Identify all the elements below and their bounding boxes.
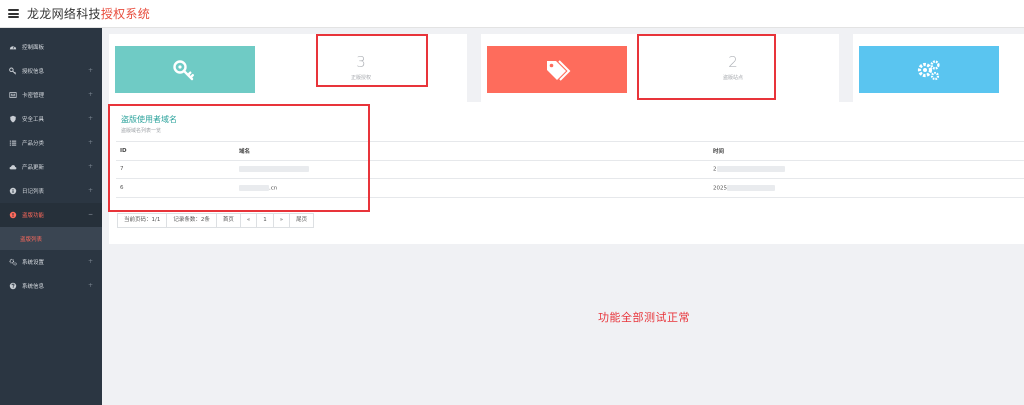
menu-icon[interactable] xyxy=(8,9,19,18)
stat-card-color-block xyxy=(859,46,999,93)
gears-icon xyxy=(917,59,940,80)
time-prefix: 2025 xyxy=(713,185,727,191)
sidebar-item-label: 产品分类 xyxy=(22,141,45,147)
brand-title: 龙龙网络科技授权系统 xyxy=(27,5,150,22)
expand-icon: + xyxy=(87,282,93,289)
expand-icon: + xyxy=(87,115,93,122)
gears-icon xyxy=(9,258,17,266)
pager-page-1[interactable]: 1 xyxy=(256,213,274,228)
brand-accent: 授权系统 xyxy=(100,7,151,21)
expand-icon: + xyxy=(87,67,93,74)
redacted-block xyxy=(716,166,785,172)
sidebar-item-label: 盗版功能 xyxy=(22,213,45,219)
dashboard-icon xyxy=(9,46,17,50)
sidebar-item-label: 产品更新 xyxy=(22,165,45,171)
expand-icon: + xyxy=(87,139,93,146)
sidebar-item-cards[interactable]: 卡密管理 + xyxy=(0,83,102,107)
sidebar-item-label: 授权信息 xyxy=(22,69,45,75)
pager-prev-button[interactable]: « xyxy=(239,213,258,228)
cloud-icon xyxy=(9,165,17,170)
pager-record-count: 记录条数：2条 xyxy=(166,213,217,228)
sidebar-item-label: 系统设置 xyxy=(22,260,45,266)
sidebar-item-label: 系统信息 xyxy=(22,284,45,290)
sidebar-item-label: 控制面板 xyxy=(22,45,45,51)
sidebar: 控制面板 授权信息 + 卡密管理 + 安全工具 + 产品分类 + 产品更新 + … xyxy=(0,28,102,405)
shield-icon xyxy=(10,115,16,123)
top-header: 龙龙网络科技授权系统 xyxy=(0,0,1024,28)
sidebar-item-settings[interactable]: 系统设置 + xyxy=(0,250,102,274)
cell-time: 2 xyxy=(713,166,785,173)
sidebar-item-security[interactable]: 安全工具 + xyxy=(0,107,102,131)
key-icon xyxy=(9,67,17,75)
stat-card-color-block xyxy=(115,46,255,93)
pager-next-button[interactable]: » xyxy=(272,213,291,228)
info-icon xyxy=(9,187,17,195)
redacted-block xyxy=(727,184,775,191)
cell-time: 2025 xyxy=(713,184,775,191)
main-content: 3 正版授权 2 盗版站点 盗版使用者域名 盗版域名列表一览 ID 域名 时间 … xyxy=(102,28,1024,405)
sidebar-item-logs[interactable]: 日记列表 + xyxy=(0,179,102,203)
sidebar-subitem-piracy-list[interactable]: 盗版列表 xyxy=(0,227,102,250)
annotation-note: 功能全部测试正常 xyxy=(598,311,690,324)
pager-first-button[interactable]: 首页 xyxy=(215,213,241,228)
warning-icon xyxy=(9,211,17,219)
column-header-time: 时间 xyxy=(713,148,725,155)
expand-icon: + xyxy=(87,163,93,170)
help-icon xyxy=(9,282,17,290)
sidebar-item-categories[interactable]: 产品分类 + xyxy=(0,131,102,155)
annotation-box-licensed xyxy=(316,34,428,87)
expand-icon: + xyxy=(87,187,93,194)
sidebar-item-label: 卡密管理 xyxy=(22,93,45,99)
sidebar-item-label: 安全工具 xyxy=(22,117,45,123)
expand-icon: + xyxy=(87,91,93,98)
list-icon xyxy=(9,140,17,146)
pager-current-page: 当前页码：1/1 xyxy=(117,213,168,228)
sidebar-item-license[interactable]: 授权信息 + xyxy=(0,59,102,83)
tags-icon xyxy=(547,59,571,81)
sidebar-item-label: 日记列表 xyxy=(22,189,45,195)
time-prefix: 2 xyxy=(713,166,717,173)
stat-card-color-block xyxy=(487,46,627,93)
pager-last-button[interactable]: 尾页 xyxy=(289,213,315,228)
pagination: 当前页码：1/1 记录条数：2条 首页 « 1 » 尾页 xyxy=(117,213,315,228)
annotation-box-pirated xyxy=(637,34,776,100)
collapse-icon: − xyxy=(87,211,93,218)
brand-main: 龙龙网络科技 xyxy=(27,7,101,21)
sidebar-subitem-label: 盗版列表 xyxy=(20,236,43,243)
stat-card-numbers xyxy=(999,46,1024,93)
card-icon xyxy=(9,92,17,98)
annotation-box-table xyxy=(108,104,370,212)
sidebar-item-dashboard[interactable]: 控制面板 xyxy=(0,35,102,59)
sidebar-item-piracy[interactable]: 盗版功能 − xyxy=(0,203,102,227)
expand-icon: + xyxy=(87,258,93,265)
sidebar-item-sysinfo[interactable]: 系统信息 + xyxy=(0,274,102,298)
sidebar-item-updates[interactable]: 产品更新 + xyxy=(0,155,102,179)
key-icon xyxy=(173,59,194,80)
